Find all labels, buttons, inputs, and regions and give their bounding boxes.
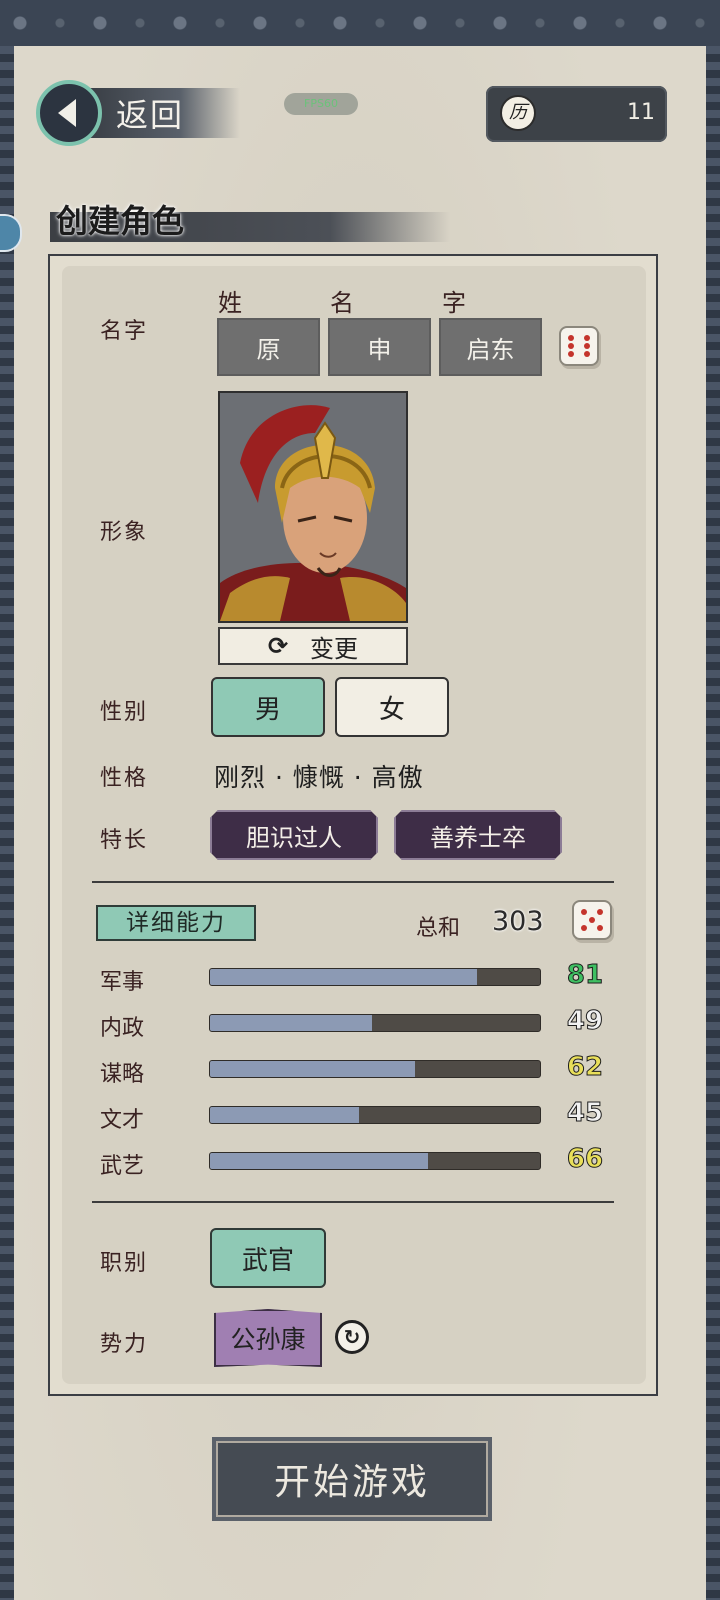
stat-value: 62 (566, 1052, 604, 1083)
stat-bar (209, 968, 541, 986)
specialty-tag[interactable]: 善养士卒 (394, 810, 562, 860)
stat-bar (209, 1014, 541, 1032)
given-name-header: 名 (330, 289, 354, 317)
faction-flag[interactable]: 公孙康 (214, 1309, 322, 1367)
faction-label: 势力 (100, 1332, 149, 1357)
divider (92, 881, 614, 883)
back-label[interactable]: 返回 (116, 90, 184, 136)
surname-field[interactable]: 原 (217, 318, 320, 376)
change-portrait-button[interactable]: ⟳ 变更 (218, 627, 408, 665)
ability-sum-label: 总和 (416, 916, 461, 941)
stat-bar-fill (210, 1015, 372, 1031)
stat-value: 66 (566, 1144, 604, 1175)
portrait-label: 形象 (100, 520, 149, 545)
warrior-portrait-image (220, 393, 406, 621)
name-label: 名字 (100, 319, 149, 344)
reroll-stats-dice-icon[interactable] (572, 900, 612, 940)
personality-traits: 刚烈 · 慷慨 · 高傲 (214, 763, 424, 792)
courtesy-name-field[interactable]: 启东 (439, 318, 542, 376)
stat-label: 文才 (100, 1108, 145, 1133)
back-arrow-icon (58, 99, 76, 127)
stat-bar (209, 1152, 541, 1170)
stat-label: 内政 (100, 1016, 145, 1041)
back-button[interactable] (36, 80, 102, 146)
stat-bar-fill (210, 1153, 428, 1169)
courtesy-name-header: 字 (442, 289, 466, 317)
given-name-field[interactable]: 申 (328, 318, 431, 376)
stat-bar-fill (210, 969, 478, 985)
divider (92, 1201, 614, 1203)
gender-label: 性别 (100, 700, 149, 725)
random-name-dice-icon[interactable] (559, 326, 599, 366)
change-portrait-label: 变更 (310, 634, 359, 663)
decorative-right-border (706, 46, 720, 1600)
stat-label: 武艺 (100, 1154, 145, 1179)
role-label: 职别 (100, 1251, 149, 1276)
decorative-top-border (0, 0, 720, 46)
stat-value: 49 (566, 1006, 604, 1037)
surname-header: 姓 (218, 289, 242, 317)
stat-value: 81 (566, 960, 604, 991)
stat-bar-fill (210, 1107, 359, 1123)
decorative-left-border (0, 46, 14, 1600)
character-portrait (218, 391, 408, 623)
role-button[interactable]: 武官 (210, 1228, 326, 1288)
stat-bar (209, 1060, 541, 1078)
start-game-button[interactable]: 开始游戏 (216, 1441, 488, 1517)
detailed-abilities-tab[interactable]: 详细能力 (96, 905, 256, 941)
stat-bar (209, 1106, 541, 1124)
stat-bar-fill (210, 1061, 415, 1077)
refresh-icon: ⟳ (267, 632, 289, 660)
ability-sum-value: 303 (492, 906, 544, 937)
specialty-label: 特长 (100, 828, 149, 853)
personality-label: 性格 (100, 766, 149, 791)
stat-label: 谋略 (100, 1062, 145, 1087)
calendar-coin-icon: 历 (500, 95, 536, 131)
gender-female-button[interactable]: 女 (335, 677, 449, 737)
specialty-tag[interactable]: 胆识过人 (210, 810, 378, 860)
stat-label: 军事 (100, 970, 145, 995)
page-title: 创建角色 (56, 202, 185, 240)
stat-value: 45 (566, 1098, 604, 1129)
score-value: 11 (627, 100, 655, 125)
change-faction-refresh-icon[interactable]: ↻ (335, 1320, 369, 1354)
gender-male-button[interactable]: 男 (211, 677, 325, 737)
fps-indicator: FPS60 (284, 93, 358, 115)
